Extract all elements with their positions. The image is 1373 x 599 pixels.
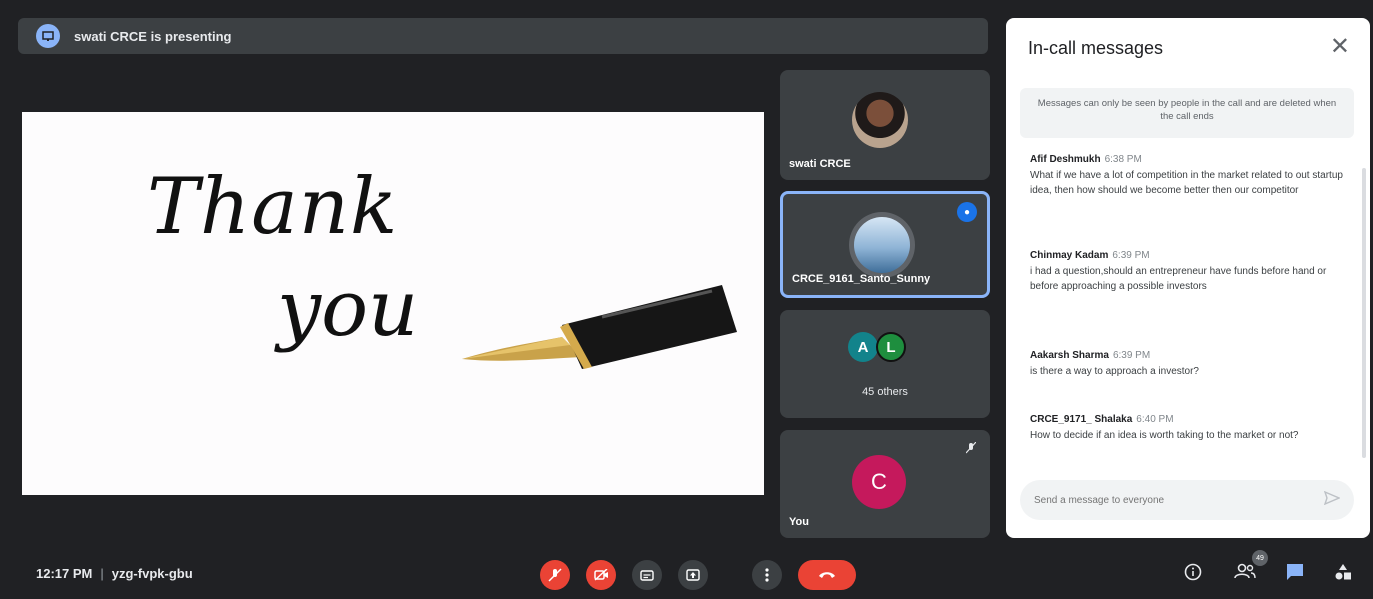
message-author: Afif Deshmukh: [1030, 154, 1101, 165]
captions-button[interactable]: [632, 560, 662, 590]
message-time: 6:38 PM: [1104, 154, 1142, 165]
shared-presentation: Thank you: [22, 112, 764, 495]
others-count-label: 45 others: [862, 386, 908, 398]
activities-button[interactable]: [1334, 563, 1352, 586]
chat-panel: In-call messages ✕ Messages can only be …: [1006, 18, 1370, 538]
present-icon: [36, 24, 60, 48]
message-author: CRCE_9171_ Shalaka: [1030, 414, 1133, 425]
chat-message: Chinmay Kadam 6:39 PM i had a question,sh…: [1030, 250, 1350, 294]
hang-up-icon: [819, 572, 835, 578]
chat-message: Aakarsh Sharma 6:39 PM is there a way to …: [1030, 350, 1350, 379]
avatar: A: [848, 332, 878, 362]
current-time: 12:17 PM: [36, 566, 93, 581]
chat-message: Afif Deshmukh 6:38 PM What if we have a l…: [1030, 154, 1350, 198]
participant-tile-swati[interactable]: swati CRCE: [780, 70, 990, 180]
send-icon[interactable]: [1323, 490, 1341, 510]
chat-input-box[interactable]: [1020, 480, 1354, 520]
more-options-button[interactable]: [752, 560, 782, 590]
avatar: [849, 212, 915, 278]
avatar: C: [852, 455, 906, 509]
chat-message: CRCE_9171_ Shalaka 6:40 PM How to decide …: [1030, 414, 1350, 443]
participant-name: You: [789, 516, 809, 528]
message-time: 6:40 PM: [1136, 414, 1174, 425]
activities-icon: [1335, 564, 1351, 580]
participant-name: CRCE_9161_Santo_Sunny: [792, 273, 931, 285]
meeting-code: yzg-fvpk-gbu: [111, 566, 193, 581]
more-options-icon: [765, 568, 769, 582]
others-avatars: A L: [848, 332, 906, 362]
participant-tile-santo-sunny[interactable]: ● CRCE_9161_Santo_Sunny: [780, 191, 990, 298]
participant-name: swati CRCE: [789, 158, 851, 170]
slide-title-line2: you: [277, 264, 419, 354]
chat-button[interactable]: [1286, 563, 1304, 586]
mic-off-icon: [965, 441, 977, 457]
participant-tile-self[interactable]: C You: [780, 430, 990, 538]
mic-off-icon: [548, 568, 562, 582]
participant-tile-others[interactable]: A L 45 others: [780, 310, 990, 418]
microphone-toggle-button[interactable]: [540, 560, 570, 590]
message-time: 6:39 PM: [1112, 350, 1151, 361]
leave-call-button[interactable]: [798, 560, 856, 590]
message-text: i had a question,should an entrepreneur …: [1030, 266, 1327, 292]
message-author: Aakarsh Sharma: [1030, 350, 1109, 361]
chat-notice: Messages can only be seen by people in t…: [1020, 88, 1354, 138]
camera-toggle-button[interactable]: [586, 560, 616, 590]
chat-scrollbar[interactable]: [1362, 168, 1366, 458]
close-icon[interactable]: ✕: [1330, 32, 1350, 61]
info-icon: [1184, 563, 1202, 581]
message-text: How to decide if an idea is worth taking…: [1030, 430, 1299, 441]
presenting-banner: swati CRCE is presenting: [18, 18, 988, 54]
bottom-control-bar: 12:17 PM | yzg-fvpk-gbu 49: [0, 548, 1373, 599]
fountain-pen-image: [462, 285, 737, 369]
avatar: [852, 92, 908, 148]
meeting-details: 12:17 PM | yzg-fvpk-gbu: [36, 566, 193, 581]
speaking-indicator-icon: ●: [957, 202, 977, 222]
avatar: L: [876, 332, 906, 362]
people-button[interactable]: [1234, 563, 1256, 584]
message-text: What if we have a lot of competition in …: [1030, 170, 1343, 196]
message-text: is there a way to approach a investor?: [1030, 366, 1199, 377]
people-icon: [1234, 563, 1256, 579]
present-now-icon: [686, 569, 700, 581]
message-author: Chinmay Kadam: [1030, 250, 1109, 261]
chat-message-input[interactable]: [1034, 494, 1324, 506]
chat-icon: [1287, 564, 1303, 580]
present-now-button[interactable]: [678, 560, 708, 590]
meeting-info-button[interactable]: [1184, 563, 1202, 586]
message-time: 6:39 PM: [1112, 250, 1150, 261]
chat-title: In-call messages: [1028, 38, 1164, 58]
presenting-text: swati CRCE is presenting: [74, 28, 232, 44]
slide-title-line1: Thank: [147, 162, 399, 252]
captions-icon: [640, 569, 654, 581]
camera-off-icon: [593, 569, 608, 581]
